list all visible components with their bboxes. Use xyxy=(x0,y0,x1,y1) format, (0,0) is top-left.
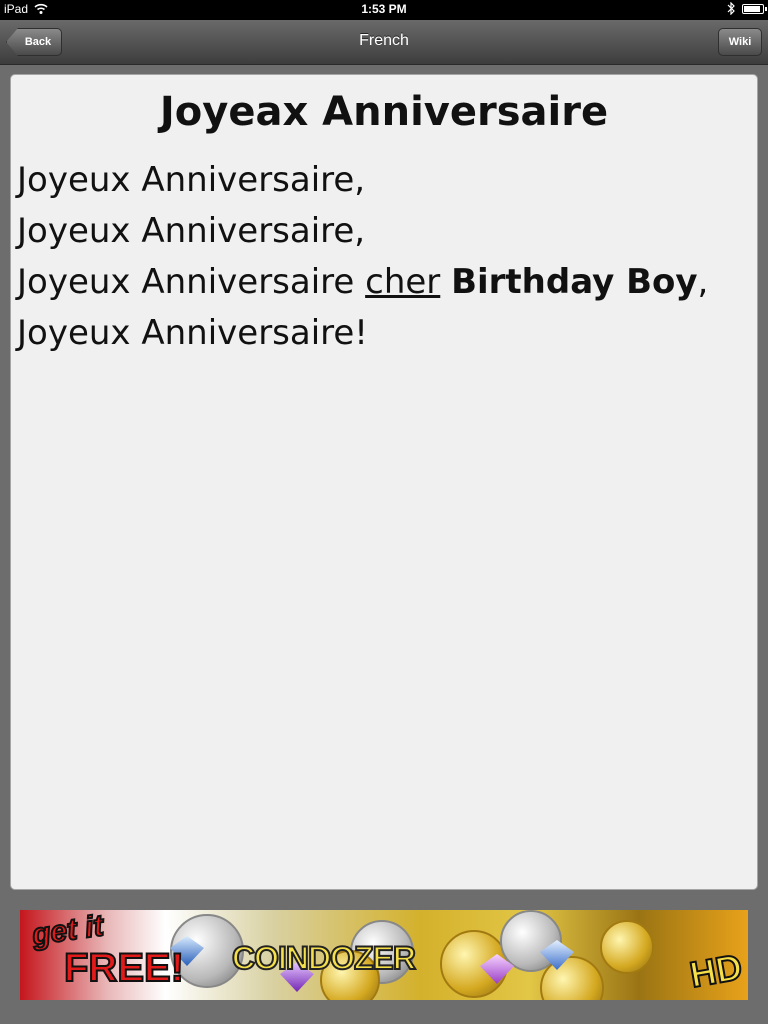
lyric-text: Joyeux Anniversaire xyxy=(17,262,366,302)
coin-graphic xyxy=(600,920,654,974)
battery-icon xyxy=(742,3,767,14)
lyric-line: Joyeux Anniversaire! xyxy=(17,313,368,353)
lyric-line: Joyeux Anniversaire cher Birthday Boy, xyxy=(17,257,757,308)
lyric-name-placeholder: Birthday Boy xyxy=(451,262,698,302)
ad-headline: get it xyxy=(29,910,107,953)
lyrics-card: Joyeax Anniversaire Joyeux Anniversaire,… xyxy=(10,74,758,890)
lyric-line: Joyeux Anniversaire, xyxy=(17,160,366,200)
nav-title: French xyxy=(359,32,409,49)
ad-hd-badge: HD xyxy=(686,945,746,996)
lyric-line: Joyeux Anniversaire, xyxy=(17,211,366,251)
status-bar: iPad 1:53 PM xyxy=(0,0,768,20)
battery-level xyxy=(744,5,760,12)
lyric-punctuation: , xyxy=(697,262,709,302)
lyrics-body: Joyeux Anniversaire, Joyeux Anniversaire… xyxy=(17,155,757,359)
ad-banner[interactable]: get it FREE! COINDOZER HD xyxy=(20,910,748,1000)
lyric-underlined-word: cher xyxy=(365,262,441,302)
ad-brand-logo: COINDOZER xyxy=(231,939,417,977)
status-time: 1:53 PM xyxy=(361,2,407,16)
navigation-bar: Back French Wiki xyxy=(0,20,768,65)
bluetooth-icon xyxy=(727,2,735,15)
song-title: Joyeax Anniversaire xyxy=(159,89,609,135)
wiki-button[interactable]: Wiki xyxy=(718,28,762,56)
ad-headline-free: FREE! xyxy=(63,946,185,990)
